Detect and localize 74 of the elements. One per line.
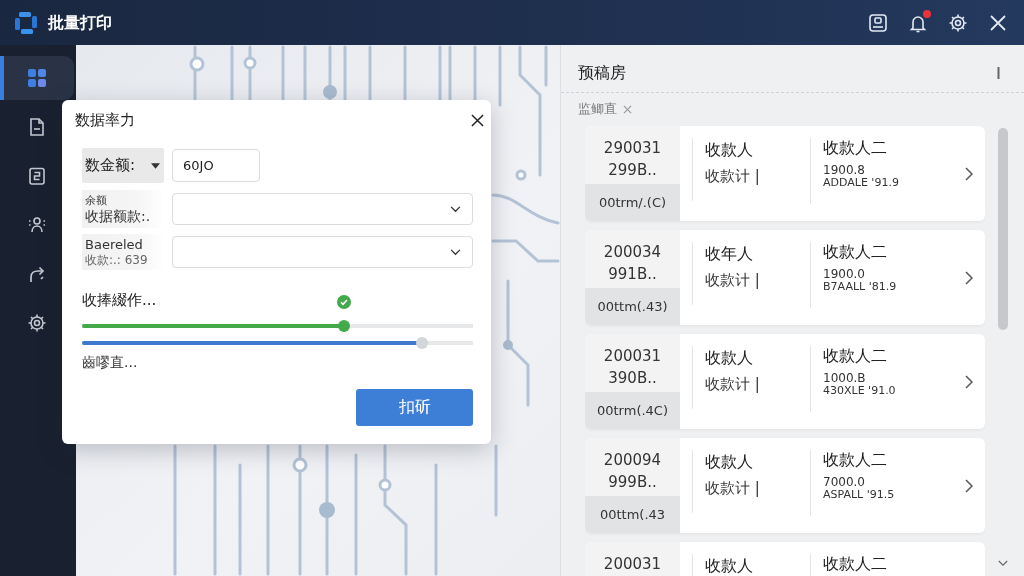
chevron-down-icon: [450, 248, 461, 256]
grid-icon: [27, 68, 47, 88]
close-icon[interactable]: [471, 113, 484, 127]
select-field[interactable]: [172, 236, 473, 268]
caret-icon: [151, 162, 160, 169]
reference-code: 430XLE '91.0: [823, 385, 897, 397]
close-icon[interactable]: [988, 12, 1008, 33]
field-label: 收据额款:.: [85, 206, 152, 225]
record-code: 00trm/.(C): [585, 184, 680, 221]
payee-name: 收款人: [705, 556, 754, 576]
panel-title: 预稿房: [578, 62, 626, 83]
recipient-name: 收款人二: [823, 554, 888, 574]
record-id: 290031 299B..: [585, 126, 680, 184]
document-icon: [27, 117, 47, 137]
settings-icon[interactable]: [948, 12, 968, 33]
scrollbar-thumb[interactable]: [997, 128, 1008, 330]
record-id: 200031 390B..: [585, 334, 680, 392]
status-text: 齒嘐直...: [82, 353, 138, 371]
recipient-name: 收款人二: [823, 138, 888, 158]
amount-input[interactable]: 60JO: [172, 149, 260, 182]
field-caption: Baereled: [85, 236, 144, 253]
field-caption: 余额: [85, 193, 108, 207]
record-card[interactable]: 200094 999B.. 00ttm(.43 收款人 收款计 | 收款人二 7000.0 ASPALL '91.5: [585, 438, 985, 533]
record-card[interactable]: 200031 收款人 收款人二: [585, 542, 985, 576]
chevron-right-icon[interactable]: [965, 374, 973, 389]
clipboard-icon: [27, 166, 47, 186]
record-code: 00ttm(.43: [585, 496, 680, 533]
chevron-down-icon[interactable]: [997, 560, 1008, 567]
chevron-right-icon[interactable]: [965, 478, 973, 493]
record-id: 200094 999B..: [585, 438, 680, 496]
slider-thumb[interactable]: [337, 320, 350, 332]
vertical-bar-icon[interactable]: [997, 66, 1000, 79]
progress-label: 收捧綴作...: [82, 290, 157, 310]
reference-code: ASPALL '91.5: [823, 489, 896, 501]
reference-code: ADDALE '91.9: [823, 177, 900, 189]
portrait-frame-icon[interactable]: [868, 12, 888, 33]
chevron-right-icon[interactable]: [965, 166, 973, 181]
dialog-title: 数据率力: [75, 110, 135, 130]
record-card[interactable]: 290031 299B.. 00trm/.(C) 收款人 收款计 | 收款人二 1900.8 ADDALE '91.9: [585, 126, 985, 221]
record-code: 00ttm(.43): [585, 288, 680, 325]
amount: 7000.0: [823, 475, 866, 489]
payee-note: 收款计 |: [705, 478, 761, 498]
payee-note: 收款计 |: [705, 166, 761, 186]
app-title: 批量打印: [48, 12, 112, 33]
record-card[interactable]: 200031 390B.. 00trm(.4C) 收款人 收款计 | 收款人二 1000.B 430XLE '91.0: [585, 334, 985, 429]
payee-note: 收款计 |: [705, 374, 761, 394]
recipient-name: 收款人二: [823, 346, 888, 366]
slider-thumb[interactable]: [416, 337, 429, 349]
filter-tag-label: 监鲫直: [578, 101, 617, 117]
record-id: 200031: [585, 542, 680, 576]
payee-name: 收款人: [705, 140, 754, 160]
amount: 1000.B: [823, 371, 867, 385]
chevron-down-icon: [450, 205, 461, 213]
amount: 1900.0: [823, 267, 866, 281]
select-field[interactable]: [172, 193, 473, 225]
print-button[interactable]: 扣斫: [356, 389, 473, 426]
record-card[interactable]: 200034 991B.. 00ttm(.43) 收年人 收款计 | 收款人二 1900.0 B7AALL '81.9: [585, 230, 985, 325]
share-arrow-icon: [27, 264, 47, 284]
recipient-name: 收款人二: [823, 242, 888, 262]
record-code: 00trm(.4C): [585, 392, 680, 429]
settings-icon: [27, 313, 47, 333]
amount: 1900.8: [823, 163, 866, 177]
payee-name: 收款人: [705, 348, 754, 368]
logo-icon: [14, 10, 38, 35]
label-dropdown[interactable]: 数金额:: [82, 148, 164, 183]
record-id: 200034 991B..: [585, 230, 680, 288]
recipient-name: 收款人二: [823, 450, 888, 470]
payee-name: 收款人: [705, 452, 754, 472]
payee-note: 收款计 |: [705, 270, 761, 290]
chevron-right-icon[interactable]: [965, 270, 973, 285]
person-icon: [27, 215, 47, 235]
reference-code: B7AALL '81.9: [823, 281, 898, 293]
payee-name: 收年人: [705, 244, 754, 264]
field-label: 收款:.: 639: [85, 252, 149, 268]
